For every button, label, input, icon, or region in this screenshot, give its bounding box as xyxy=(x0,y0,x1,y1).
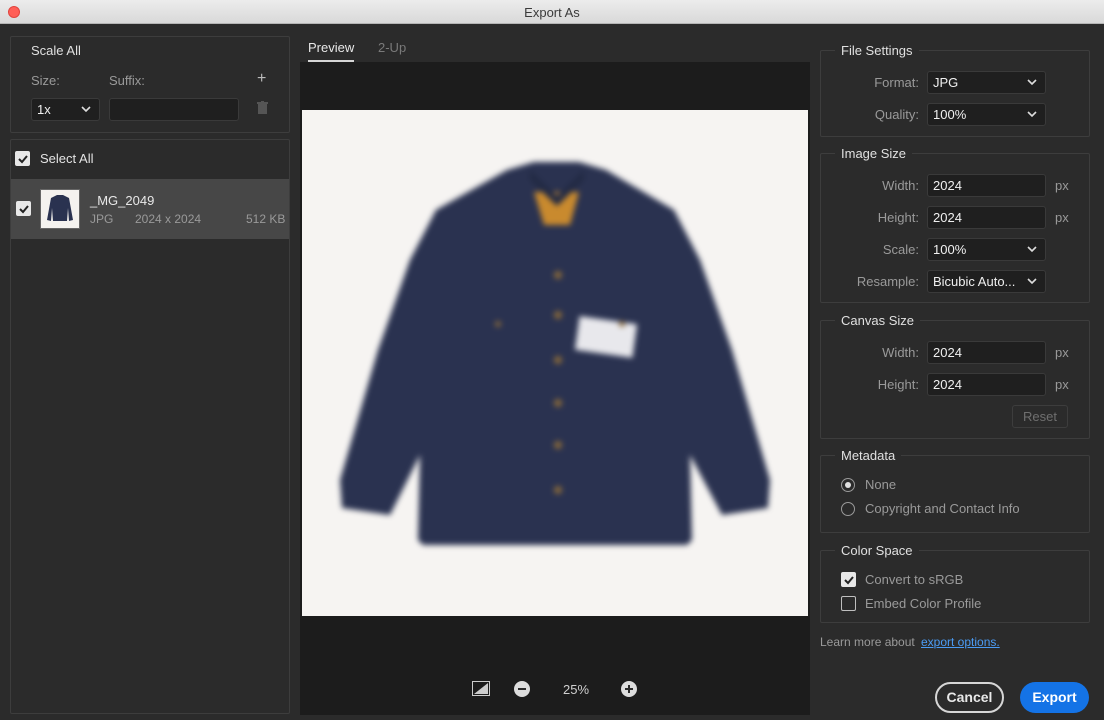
file-thumbnail xyxy=(40,189,80,229)
convert-srgb-label: Convert to sRGB xyxy=(865,572,964,587)
image-size-title: Image Size xyxy=(835,146,913,161)
image-height-label: Height: xyxy=(877,210,919,225)
file-row[interactable]: _MG_2049 JPG 2024 x 2024 512 KB xyxy=(11,179,289,239)
file-settings-title: File Settings xyxy=(835,43,919,58)
image-height-unit: px xyxy=(1055,210,1069,225)
file-size: 512 KB xyxy=(246,212,286,226)
image-width-label: Width: xyxy=(882,178,919,193)
trash-icon[interactable] xyxy=(257,101,268,114)
scale-all-title: Scale All xyxy=(25,43,87,58)
image-height-input[interactable]: 2024 xyxy=(927,206,1046,229)
window-titlebar: Export As xyxy=(0,0,1104,24)
canvas-height-input[interactable]: 2024 xyxy=(927,373,1046,396)
export-options-link[interactable]: export options. xyxy=(921,635,1000,649)
metadata-panel xyxy=(820,455,1090,533)
convert-srgb-checkbox[interactable] xyxy=(841,572,856,587)
window-title: Export As xyxy=(524,5,580,20)
canvas-size-title: Canvas Size xyxy=(835,313,920,328)
toggle-background-icon[interactable] xyxy=(472,681,490,696)
suffix-input[interactable] xyxy=(109,98,239,121)
canvas-width-input[interactable]: 2024 xyxy=(927,341,1046,364)
file-name: _MG_2049 xyxy=(90,193,155,208)
scale-dropdown[interactable]: 100% xyxy=(927,238,1046,261)
add-scale-icon[interactable]: + xyxy=(257,70,266,88)
metadata-none-label: None xyxy=(865,477,897,492)
chevron-down-icon xyxy=(81,106,91,113)
metadata-copyright-radio[interactable] xyxy=(841,502,855,516)
reset-button[interactable]: Reset xyxy=(1012,405,1068,428)
metadata-copyright-label: Copyright and Contact Info xyxy=(865,501,1020,516)
embed-profile-checkbox[interactable] xyxy=(841,596,856,611)
size-value: 1x xyxy=(37,102,51,117)
suffix-label: Suffix: xyxy=(109,73,145,88)
quality-label: Quality: xyxy=(874,107,919,122)
chevron-down-icon xyxy=(1027,246,1037,253)
select-all-label: Select All xyxy=(40,151,94,166)
chevron-down-icon xyxy=(1027,278,1037,285)
canvas-width-unit: px xyxy=(1055,345,1069,360)
zoom-in-icon[interactable] xyxy=(621,681,637,697)
canvas-height-unit: px xyxy=(1055,377,1069,392)
metadata-none-radio[interactable] xyxy=(841,478,855,492)
metadata-title: Metadata xyxy=(835,448,902,463)
learn-more-text: Learn more about xyxy=(820,635,915,649)
zoom-level: 25% xyxy=(563,682,590,697)
chevron-down-icon xyxy=(1027,111,1037,118)
scale-value: 100% xyxy=(933,242,967,257)
scale-label: Scale: xyxy=(882,242,919,257)
image-width-unit: px xyxy=(1055,178,1069,193)
file-checkbox[interactable] xyxy=(16,201,31,216)
tab-preview[interactable]: Preview xyxy=(308,40,354,55)
file-dimensions: 2024 x 2024 xyxy=(135,212,202,226)
image-width-input[interactable]: 2024 xyxy=(927,174,1046,197)
preview-image xyxy=(302,110,808,616)
format-value: JPG xyxy=(933,75,959,90)
embed-profile-label: Embed Color Profile xyxy=(865,596,982,611)
zoom-out-icon[interactable] xyxy=(514,681,530,697)
file-format: JPG xyxy=(90,212,114,226)
quality-dropdown[interactable]: 100% xyxy=(927,103,1046,126)
color-space-title: Color Space xyxy=(835,543,919,558)
close-window-button[interactable] xyxy=(8,6,20,18)
export-button[interactable]: Export xyxy=(1020,682,1089,713)
jacket-image xyxy=(340,162,770,545)
select-all-checkbox[interactable] xyxy=(15,151,30,166)
canvas-width-label: Width: xyxy=(882,345,919,360)
format-label: Format: xyxy=(874,75,919,90)
resample-value: Bicubic Auto... xyxy=(933,274,1016,289)
quality-value: 100% xyxy=(933,107,967,122)
resample-label: Resample: xyxy=(856,274,919,289)
format-dropdown[interactable]: JPG xyxy=(927,71,1046,94)
cancel-button[interactable]: Cancel xyxy=(935,682,1004,713)
chevron-down-icon xyxy=(1027,79,1037,86)
size-label: Size: xyxy=(31,73,60,88)
resample-dropdown[interactable]: Bicubic Auto... xyxy=(927,270,1046,293)
tab-2up[interactable]: 2-Up xyxy=(378,40,406,55)
canvas-height-label: Height: xyxy=(877,377,919,392)
size-dropdown[interactable]: 1x xyxy=(31,98,100,121)
